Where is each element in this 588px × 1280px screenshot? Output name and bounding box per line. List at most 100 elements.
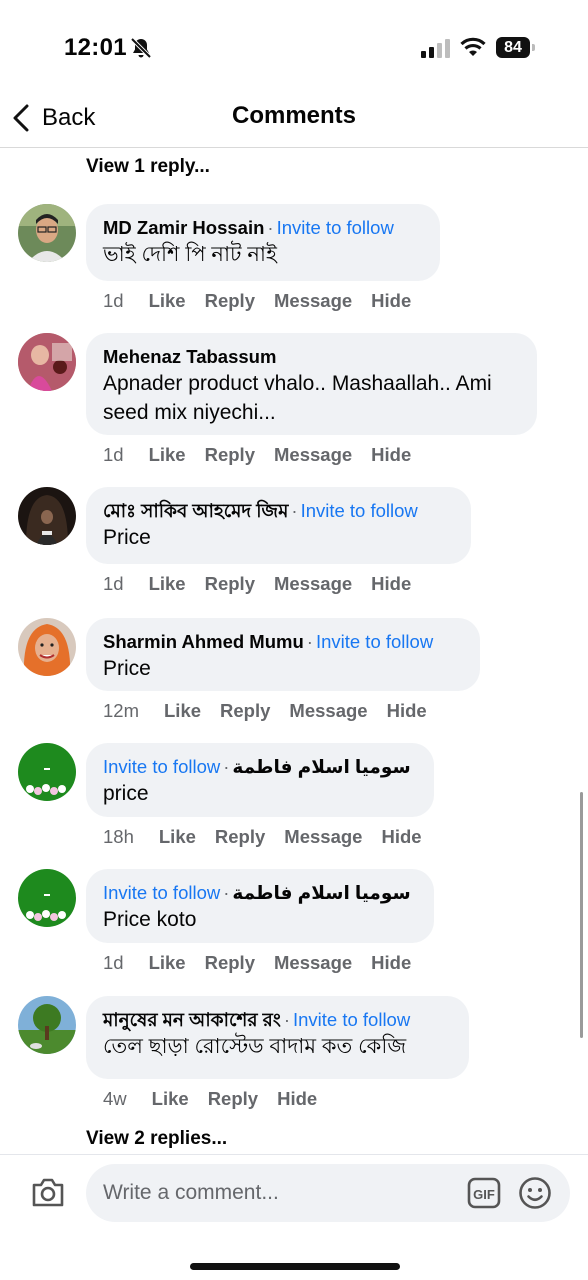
avatar[interactable] bbox=[18, 204, 76, 262]
invite-to-follow-link[interactable]: Invite to follow bbox=[301, 500, 418, 521]
author-line: Mehenaz Tabassum bbox=[103, 345, 519, 369]
comment-bubble[interactable]: Invite to follow · سوميا اسلام فاطمة Price… bbox=[86, 869, 434, 943]
invite-to-follow-link[interactable]: Invite to follow bbox=[277, 217, 394, 238]
avatar-photo bbox=[18, 618, 76, 676]
comment-input[interactable] bbox=[103, 1164, 453, 1222]
status-time: 12:01 bbox=[64, 34, 127, 61]
cellular-signal-icon bbox=[421, 39, 450, 58]
avatar[interactable] bbox=[18, 869, 76, 927]
hide-button[interactable]: Hide bbox=[371, 952, 411, 974]
message-button[interactable]: Message bbox=[274, 573, 352, 595]
message-button[interactable]: Message bbox=[274, 290, 352, 312]
comment-text: Price bbox=[103, 526, 151, 549]
reply-button[interactable]: Reply bbox=[208, 1088, 258, 1110]
comment-age: 1d bbox=[103, 952, 124, 973]
invite-to-follow-link[interactable]: Invite to follow bbox=[316, 631, 433, 652]
comment-bubble[interactable]: Invite to follow · سوميا اسلام فاطمة price bbox=[86, 743, 434, 817]
hide-button[interactable]: Hide bbox=[387, 700, 427, 722]
comment-bubble[interactable]: Sharmin Ahmed Mumu · Invite to follow Pric… bbox=[86, 618, 480, 691]
svg-text:GIF: GIF bbox=[473, 1187, 495, 1202]
hide-button[interactable]: Hide bbox=[277, 1088, 317, 1110]
separator-dot: · bbox=[291, 500, 298, 521]
hide-button[interactable]: Hide bbox=[371, 290, 411, 312]
like-button[interactable]: Like bbox=[149, 573, 186, 595]
avatar[interactable] bbox=[18, 333, 76, 391]
invite-to-follow-link[interactable]: Invite to follow bbox=[103, 882, 220, 903]
comment-bubble[interactable]: মোঃ সাকিব আহমেদ জিম · Invite to follow Pri… bbox=[86, 487, 471, 564]
like-button[interactable]: Like bbox=[149, 444, 186, 466]
avatar-photo bbox=[18, 996, 76, 1054]
battery-indicator: 84 bbox=[496, 37, 536, 59]
reply-button[interactable]: Reply bbox=[205, 290, 255, 312]
author-line: Sharmin Ahmed Mumu · Invite to follow bbox=[103, 630, 462, 654]
avatar[interactable] bbox=[18, 487, 76, 545]
comment-bubble[interactable]: MD Zamir Hossain · Invite to follow ভাই দে… bbox=[86, 204, 440, 281]
author-name[interactable]: سوميا اسلام فاطمة bbox=[232, 756, 410, 777]
wifi-icon bbox=[460, 37, 486, 56]
view-replies-link[interactable]: View 1 reply... bbox=[86, 156, 210, 178]
like-button[interactable]: Like bbox=[159, 826, 196, 848]
nav-header: Back Comments bbox=[0, 90, 588, 148]
separator-dot: · bbox=[267, 217, 274, 238]
battery-level: 84 bbox=[496, 37, 530, 58]
comment-text: Price koto bbox=[103, 908, 197, 931]
separator-dot: · bbox=[223, 756, 230, 777]
author-name[interactable]: Mehenaz Tabassum bbox=[103, 346, 276, 367]
message-button[interactable]: Message bbox=[289, 700, 367, 722]
comment-list: View 1 reply... MD Zamir Hossain · Invite … bbox=[0, 149, 588, 1153]
avatar[interactable] bbox=[18, 618, 76, 676]
separator-dot: · bbox=[306, 631, 313, 652]
reply-button[interactable]: Reply bbox=[205, 952, 255, 974]
separator-dot: · bbox=[283, 1009, 290, 1030]
comment-bubble[interactable]: Mehenaz Tabassum Apnader product vhalo..… bbox=[86, 333, 537, 435]
reply-button[interactable]: Reply bbox=[215, 826, 265, 848]
gif-icon[interactable]: GIF bbox=[467, 1177, 501, 1209]
comment-text-line: Apnader product vhalo.. Mashaallah.. Ami bbox=[103, 372, 492, 395]
message-button[interactable]: Message bbox=[284, 826, 362, 848]
author-name[interactable]: মোঃ সাকিব আহমেদ জিম bbox=[103, 500, 288, 521]
page-title: Comments bbox=[231, 102, 357, 129]
author-line: MD Zamir Hossain · Invite to follow bbox=[103, 216, 422, 240]
invite-to-follow-link[interactable]: Invite to follow bbox=[293, 1009, 410, 1030]
scrollbar[interactable] bbox=[580, 792, 583, 1038]
message-button[interactable]: Message bbox=[274, 444, 352, 466]
invite-to-follow-link[interactable]: Invite to follow bbox=[103, 756, 220, 777]
avatar[interactable] bbox=[18, 996, 76, 1054]
author-name[interactable]: মানুষের মন আকাশের রং bbox=[103, 1009, 281, 1030]
bell-muted-icon bbox=[130, 37, 152, 59]
view-replies-link[interactable]: View 2 replies... bbox=[86, 1128, 227, 1150]
message-button[interactable]: Message bbox=[274, 952, 352, 974]
comment-text-line: seed mix niyechi... bbox=[103, 401, 276, 424]
author-name[interactable]: Sharmin Ahmed Mumu bbox=[103, 631, 304, 652]
camera-icon[interactable] bbox=[30, 1175, 66, 1209]
like-button[interactable]: Like bbox=[149, 290, 186, 312]
comment-age: 1d bbox=[103, 444, 124, 465]
reply-button[interactable]: Reply bbox=[220, 700, 270, 722]
like-button[interactable]: Like bbox=[164, 700, 201, 722]
hide-button[interactable]: Hide bbox=[371, 573, 411, 595]
reply-button[interactable]: Reply bbox=[205, 444, 255, 466]
hide-button[interactable]: Hide bbox=[381, 826, 421, 848]
comment-age: 18h bbox=[103, 826, 134, 847]
comment-age: 1d bbox=[103, 573, 124, 594]
reply-button[interactable]: Reply bbox=[205, 573, 255, 595]
home-indicator[interactable] bbox=[190, 1263, 400, 1270]
like-button[interactable]: Like bbox=[149, 952, 186, 974]
comment-actions: 12m Like Reply Message Hide bbox=[103, 700, 446, 722]
avatar[interactable] bbox=[18, 743, 76, 801]
separator-dot: · bbox=[223, 882, 230, 903]
hide-button[interactable]: Hide bbox=[371, 444, 411, 466]
author-line: Invite to follow · سوميا اسلام فاطمة bbox=[103, 881, 416, 905]
avatar-photo bbox=[18, 487, 76, 545]
comment-bubble[interactable]: মানুষের মন আকাশের রং · Invite to follow তে… bbox=[86, 996, 469, 1079]
author-line: মোঃ সাকিব আহমেদ জিম · Invite to follow bbox=[103, 499, 453, 523]
battery-tip bbox=[532, 44, 535, 51]
comment-age: 12m bbox=[103, 700, 139, 721]
comment-input-box[interactable]: GIF bbox=[86, 1164, 570, 1222]
like-button[interactable]: Like bbox=[152, 1088, 189, 1110]
author-name[interactable]: MD Zamir Hossain bbox=[103, 217, 264, 238]
author-name[interactable]: سوميا اسلام فاطمة bbox=[232, 882, 410, 903]
emoji-icon[interactable] bbox=[518, 1176, 552, 1210]
avatar-photo bbox=[18, 204, 76, 262]
avatar-photo bbox=[18, 333, 76, 391]
